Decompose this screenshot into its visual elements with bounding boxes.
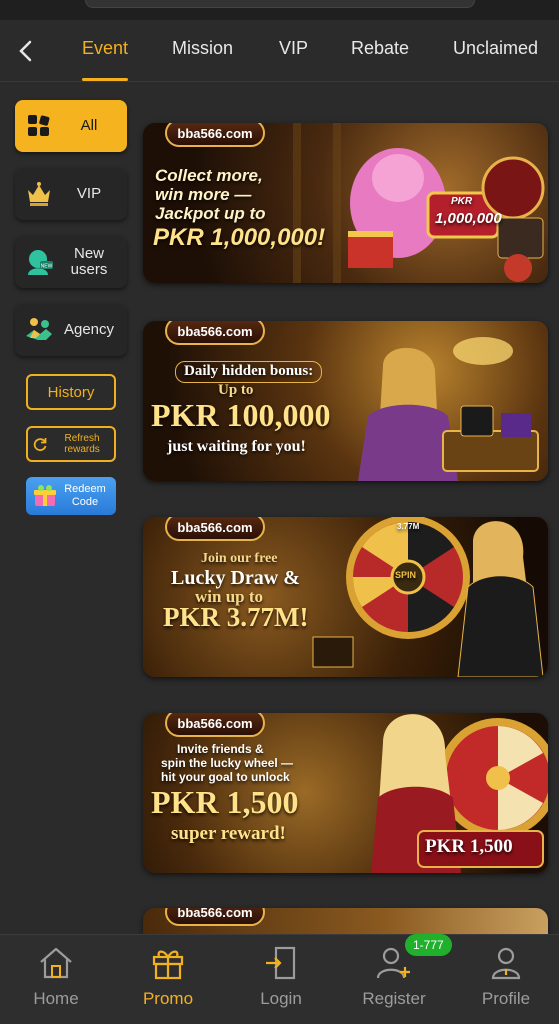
nav-label: Login: [260, 989, 302, 1008]
promo-banner-partial[interactable]: bba566.com: [143, 908, 548, 934]
banner-headline: PKR 1,500: [151, 784, 299, 820]
redeem-code-label: Redeem Code: [64, 483, 106, 508]
active-tab-indicator: [82, 78, 128, 81]
register-badge: 1-777: [405, 934, 452, 956]
bottom-navigation: Home Promo Login Register Profile: [0, 934, 559, 1024]
banner-headline: PKR 100,000: [151, 397, 331, 433]
promo-banner-jackpot[interactable]: bba566.com Collect more, win more — Jack…: [143, 123, 548, 283]
brand-logo: bba566.com: [165, 908, 265, 926]
refresh-rewards-button[interactable]: Refresh rewards: [26, 426, 116, 462]
browser-top-strip: [0, 0, 559, 20]
svg-text:NEW: NEW: [41, 264, 53, 270]
category-all[interactable]: All: [15, 100, 127, 152]
brand-logo: bba566.com: [165, 517, 265, 541]
refresh-rewards-label: Refresh rewards: [64, 432, 100, 456]
tab-rebate[interactable]: Rebate: [351, 38, 409, 59]
banner-headline: PKR 3.77M!: [163, 602, 309, 632]
banner-line: hit your goal to unlock: [161, 770, 290, 784]
back-icon[interactable]: [12, 36, 40, 66]
tab-bar: Event Mission VIP Rebate Unclaimed: [0, 20, 559, 82]
reward-sign: PKR 1,500: [425, 836, 513, 857]
category-label: VIP: [76, 184, 102, 202]
nav-register[interactable]: Register: [349, 945, 439, 1021]
category-vip[interactable]: VIP: [15, 168, 127, 220]
banner-line: Collect more,: [155, 166, 263, 185]
gift-box-icon: [32, 484, 58, 508]
refresh-icon: [32, 436, 48, 452]
tab-unclaimed[interactable]: Unclaimed: [453, 38, 538, 59]
category-label: Agency: [63, 320, 115, 338]
profile-icon: [491, 947, 521, 980]
history-button[interactable]: History: [26, 374, 116, 410]
nav-label: Home: [33, 989, 79, 1008]
nav-promo[interactable]: Promo: [123, 945, 213, 1021]
banner-line: Join our free: [201, 551, 278, 566]
category-agency[interactable]: Agency: [15, 304, 127, 356]
handshake-icon: [21, 312, 57, 348]
tab-event[interactable]: Event: [82, 38, 128, 59]
banner-line: Daily hidden bonus:: [175, 361, 323, 383]
banner-headline: PKR 1,000,000!: [153, 224, 326, 251]
gift-icon: [152, 950, 184, 980]
brand-logo: bba566.com: [165, 123, 265, 147]
banner-line: spin the lucky wheel —: [161, 756, 294, 770]
category-new-users[interactable]: NEW New users: [15, 236, 127, 288]
promo-banner-invite-friends[interactable]: bba566.com Invite friends & spin the luc…: [143, 713, 548, 873]
new-user-icon: NEW: [21, 244, 57, 280]
tab-vip[interactable]: VIP: [279, 38, 308, 59]
nav-home[interactable]: Home: [11, 945, 101, 1021]
crown-icon: [21, 176, 57, 212]
nav-label: Register: [362, 989, 426, 1008]
login-icon: [266, 946, 296, 980]
banner-line: win more —: [155, 185, 252, 204]
redeem-code-button[interactable]: Redeem Code: [26, 477, 116, 515]
wheel-top-prize: 3.77M: [397, 522, 420, 531]
banner-line: Jackpot up to: [155, 204, 266, 223]
brand-logo: bba566.com: [165, 321, 265, 345]
nav-label: Profile: [481, 989, 531, 1008]
grid-icon: [21, 108, 57, 144]
banner-line: Invite friends &: [177, 742, 264, 756]
category-label: All: [80, 116, 98, 134]
jackpot-sign-value: 1,000,000: [435, 210, 502, 227]
banner-line: Lucky Draw &: [171, 567, 300, 589]
nav-profile[interactable]: Profile: [461, 945, 551, 1021]
wheel-spin-label: SPIN: [395, 570, 417, 580]
address-bar[interactable]: [85, 0, 475, 8]
home-icon: [40, 947, 72, 979]
nav-login[interactable]: Login: [236, 945, 326, 1021]
jackpot-sign-top: PKR: [451, 196, 473, 207]
nav-label: Promo: [142, 989, 194, 1008]
banner-line: super reward!: [171, 823, 286, 844]
brand-logo: bba566.com: [165, 713, 265, 737]
banner-line: just waiting for you!: [167, 438, 306, 455]
category-label: New users: [70, 244, 108, 278]
tab-mission[interactable]: Mission: [172, 38, 233, 59]
promo-banner-daily-bonus[interactable]: bba566.com Daily hidden bonus: Up to PKR…: [143, 321, 548, 481]
promo-banner-lucky-draw[interactable]: bba566.com Join our free Lucky Draw & wi…: [143, 517, 548, 677]
category-sidebar: All VIP NEW New users Agency History Ref…: [0, 84, 140, 934]
